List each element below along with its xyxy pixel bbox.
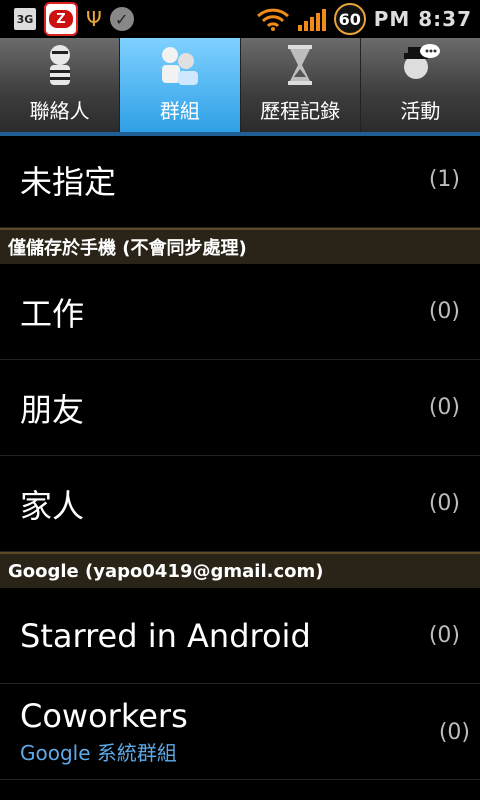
group-row-work[interactable]: 工作 (0)	[0, 264, 480, 360]
group-row-starred[interactable]: Starred in Android (0)	[0, 588, 480, 684]
status-bar: 3G Z Ψ ✓ 60 PM 8:37	[0, 0, 480, 38]
app-notification-icon[interactable]: Z	[44, 2, 78, 36]
group-list: 未指定 (1) 僅儲存於手機 (不會同步處理) 工作 (0) 朋友 (0) 家人…	[0, 132, 480, 780]
group-row-unassigned[interactable]: 未指定 (1)	[0, 132, 480, 228]
3g-icon: 3G	[14, 8, 36, 30]
group-subtitle: Google 系統群組	[20, 741, 177, 765]
contacts-icon	[49, 45, 70, 85]
section-header-google: Google (yapo0419@gmail.com)	[0, 552, 480, 588]
wifi-icon	[256, 8, 289, 31]
group-row-friends[interactable]: 朋友 (0)	[0, 360, 480, 456]
tab-groups[interactable]: 群組	[120, 38, 241, 132]
groups-icon	[161, 47, 198, 85]
section-header-phone: 僅儲存於手機 (不會同步處理)	[0, 228, 480, 264]
tab-history[interactable]: 歷程記錄	[241, 38, 361, 132]
activity-icon	[404, 44, 441, 79]
hourglass-icon	[288, 45, 313, 85]
tab-bar: 聯絡人 群組 歷程記錄 活動	[0, 38, 480, 136]
tab-activity[interactable]: 活動	[361, 38, 480, 132]
battery-icon: 60	[333, 3, 366, 35]
group-row-family[interactable]: 家人 (0)	[0, 456, 480, 552]
signal-icon	[297, 7, 326, 31]
group-row-coworkers[interactable]: Coworkers Google 系統群組 (0)	[0, 684, 480, 780]
tab-contacts[interactable]: 聯絡人	[0, 38, 121, 132]
clock: PM 8:37	[373, 7, 472, 31]
usb-icon: Ψ	[86, 7, 102, 31]
check-icon: ✓	[109, 7, 134, 31]
